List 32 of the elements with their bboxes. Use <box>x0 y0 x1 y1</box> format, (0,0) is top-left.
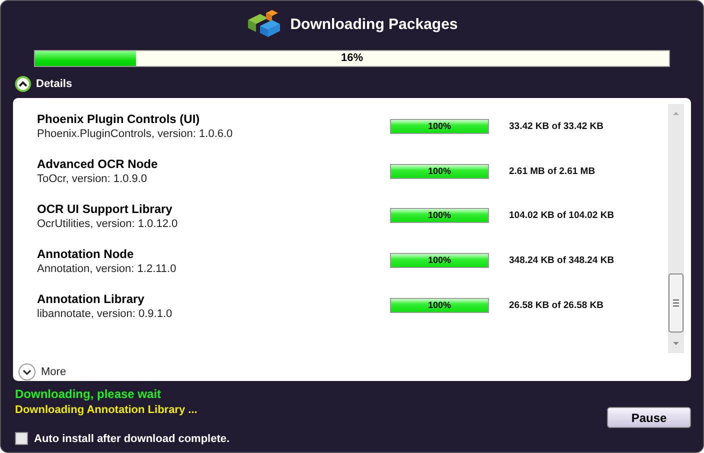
package-version: ToOcr, version: 1.0.9.0 <box>37 173 148 186</box>
download-size: 33.42 KB of 33.42 KB <box>509 120 604 132</box>
current-download: Downloading Annotation Library ... <box>15 404 198 416</box>
package-name: Advanced OCR Node <box>37 157 159 172</box>
download-size: 2.61 MB of 2.61 MB <box>509 166 596 177</box>
progress-percent: 100% <box>426 299 452 312</box>
progress-percent: 100% <box>426 164 452 178</box>
checkbox-label: Auto install after download complete. <box>34 432 230 444</box>
package-name: OCR UI Support Library <box>37 202 174 216</box>
progress-percent: 100% <box>426 254 452 268</box>
package-version: Phoenix.PluginControls, version: 1.0.6.0 <box>37 128 234 140</box>
more-toggle[interactable]: More <box>18 362 66 381</box>
pause-button[interactable]: Pause <box>607 407 691 428</box>
download-size: 104.02 KB of 104.02 KB <box>509 210 614 222</box>
blocks-icon <box>246 10 282 38</box>
package-name: Annotation Node <box>37 246 135 261</box>
checkbox[interactable] <box>15 432 28 445</box>
progress-percent: 100% <box>426 120 452 133</box>
scrollbar[interactable] <box>668 104 684 353</box>
progress-percent: 100% <box>426 209 452 222</box>
download-size: 348.24 KB of 348.24 KB <box>509 255 614 266</box>
window-title: Downloading Packages <box>290 16 458 32</box>
package-version: OcrUtilities, version: 1.0.12.0 <box>37 218 179 230</box>
download-size: 26.58 KB of 26.58 KB <box>509 300 604 312</box>
package-name: Phoenix Plugin Controls (UI) <box>37 112 201 126</box>
details-toggle[interactable]: Details <box>15 76 72 92</box>
package-name: Annotation Library <box>37 292 146 306</box>
package-version: Annotation, version: 1.2.11.0 <box>37 262 178 275</box>
progress-percent: 16% <box>340 51 364 66</box>
auto-install-checkbox[interactable]: Auto install after download complete. <box>15 432 691 445</box>
status-message: Downloading, please wait <box>15 387 162 401</box>
package-version: libannotate, version: 0.9.1.0 <box>37 308 174 320</box>
